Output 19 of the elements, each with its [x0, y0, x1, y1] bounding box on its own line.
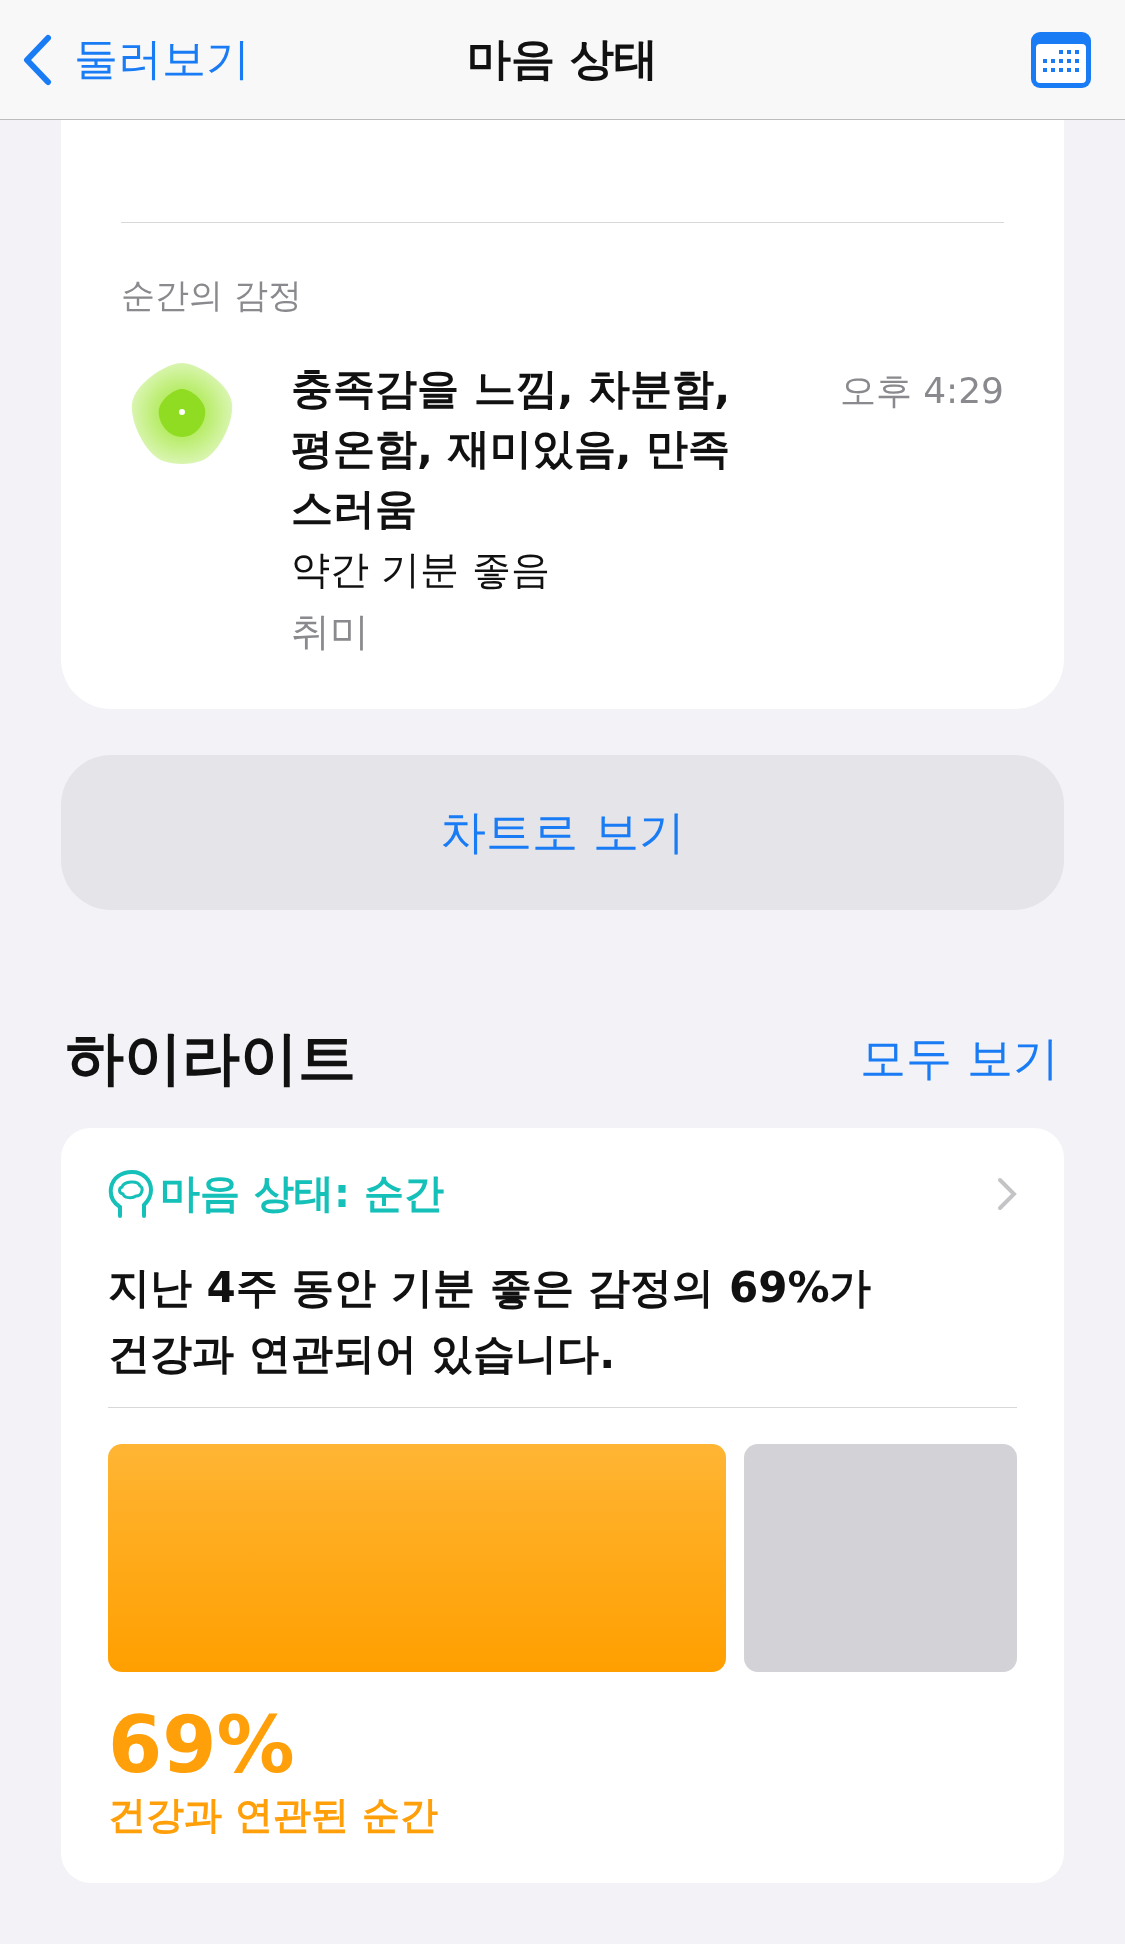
section-label: 순간의 감정 — [121, 274, 303, 317]
chevron-icon — [997, 1176, 1017, 1211]
chart-button[interactable]: 차트로 보기 — [61, 755, 1064, 910]
time-label: 오후 4:29 — [839, 369, 1004, 413]
summary-text: 지난 4주 동안 기분 좋은 감정의 69%가 건강과 연관되어 있습니다. — [108, 1255, 1017, 1408]
see-all-link[interactable]: 모두 보기 — [860, 1028, 1059, 1090]
percentage-value: 69% — [108, 1700, 296, 1790]
back-icon — [22, 33, 52, 86]
section-title: 하이라이트 — [66, 1023, 356, 1094]
emotion-list: 충족감을 느낌, 차분함, 평온함, 재미있음, 만족스러움 — [291, 359, 771, 539]
mood-label: 약간 기분 좋음 — [291, 546, 551, 594]
context-label: 취미 — [291, 608, 370, 656]
category-label: 마음 상태: 순간 — [160, 1169, 444, 1218]
back-button[interactable]: 둘러보기 — [22, 30, 250, 89]
highlight-card[interactable]: 마음 상태: 순간 지난 4주 동안 기분 좋은 감정의 69%가 건강과 연관되어 있습니다. 69% 건강과 연관된 순간 — [61, 1128, 1064, 1883]
percentage-caption: 건강과 연관된 순간 — [108, 1792, 440, 1839]
calendar-icon[interactable] — [1029, 29, 1093, 90]
screen-title: 마음 상태 — [466, 32, 659, 86]
head-icon — [108, 1168, 154, 1219]
